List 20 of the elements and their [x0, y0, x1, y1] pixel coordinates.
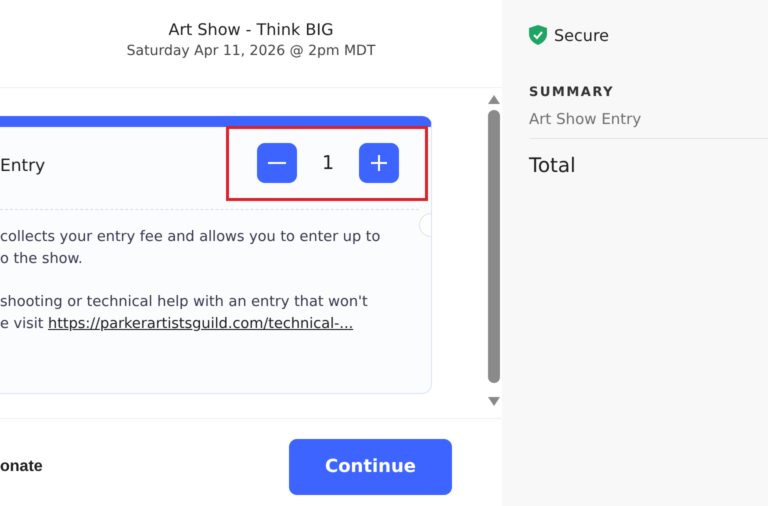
- donate-button[interactable]: onate: [0, 458, 43, 476]
- ticket-name: Entry: [0, 156, 46, 176]
- summary-item: Art Show Entry: [529, 110, 768, 139]
- ticket-description: shooting or technical help with an entry that won't e visit https://parkerartistsguild.com/technical-...: [0, 293, 369, 334]
- scroll-up-icon[interactable]: [488, 95, 500, 104]
- total-label: Total: [529, 153, 577, 177]
- summary-heading: SUMMARY: [529, 85, 616, 100]
- secure-label: Secure: [554, 26, 610, 44]
- plus-icon: [369, 153, 389, 173]
- minus-button[interactable]: [257, 143, 297, 183]
- ticket-description: collects your entry fee and allows you to enter up to o the show.: [0, 228, 382, 269]
- shield-check-icon: [529, 25, 547, 45]
- quantity-value: 1: [320, 152, 336, 174]
- event-title: Art Show - Think BIG: [168, 20, 334, 39]
- minus-icon: [268, 162, 286, 164]
- event-date: Saturday Apr 11, 2026 @ 2pm MDT: [126, 43, 376, 59]
- scroll-down-icon[interactable]: [488, 397, 500, 406]
- help-link[interactable]: https://parkerartistsguild.com/technical-...: [48, 316, 354, 332]
- plus-button[interactable]: [359, 143, 399, 183]
- continue-button[interactable]: Continue: [289, 438, 452, 494]
